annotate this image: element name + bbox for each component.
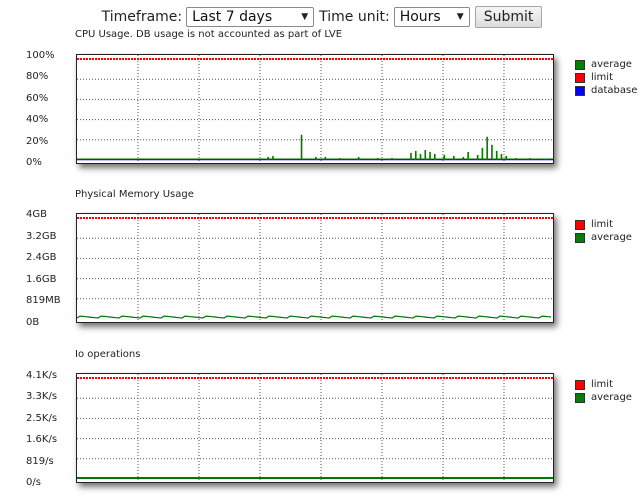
chevron-down-icon: ▼ xyxy=(301,12,309,22)
io-ytick: 819/s xyxy=(26,456,54,467)
timeframe-select[interactable]: Last 7 days ▼ xyxy=(186,7,315,27)
memory-chart-title: Physical Memory Usage xyxy=(75,189,194,200)
io-ytick: 1.6K/s xyxy=(26,434,58,445)
cpu-chart-title: CPU Usage. DB usage is not accounted as … xyxy=(75,29,343,40)
average-spike xyxy=(462,156,465,160)
average-spike xyxy=(424,149,427,160)
average-spike xyxy=(300,134,303,160)
legend-item: limit xyxy=(575,71,637,84)
average-spike xyxy=(486,136,488,160)
io-chart-title: Io operations xyxy=(75,349,141,360)
average-spike xyxy=(267,156,269,160)
io-ytick: 3.3K/s xyxy=(26,391,58,402)
memory-ytick: 1.6GB xyxy=(26,274,57,285)
legend-label: database xyxy=(591,85,638,96)
legend-item: database xyxy=(575,84,637,97)
legend-label: average xyxy=(591,232,632,243)
cpu-chart-legend: average limit database xyxy=(575,58,637,97)
legend-swatch xyxy=(575,59,585,70)
timeunit-select[interactable]: Hours ▼ xyxy=(393,7,470,27)
average-spike xyxy=(410,152,412,160)
legend-item: average xyxy=(575,231,632,244)
memory-ytick: 4GB xyxy=(26,209,47,220)
average-spike xyxy=(529,157,531,160)
memory-chart-legend: limit average xyxy=(575,218,632,244)
legend-label: limit xyxy=(591,72,613,83)
average-line xyxy=(77,315,552,319)
average-spike xyxy=(476,154,479,160)
legend-swatch xyxy=(575,232,585,243)
legend-label: limit xyxy=(591,379,613,390)
average-spike xyxy=(272,155,274,160)
legend-swatch xyxy=(575,219,585,230)
timeunit-value: Hours xyxy=(399,9,441,25)
average-spike xyxy=(500,153,503,160)
io-ytick: 4.1K/s xyxy=(26,370,58,381)
average-spike xyxy=(505,155,507,160)
io-ytick: 0/s xyxy=(26,477,41,488)
io-chart-legend: limit average xyxy=(575,378,632,404)
legend-item: average xyxy=(575,58,637,71)
legend-label: average xyxy=(591,59,632,70)
memory-ytick: 2.4GB xyxy=(26,252,57,263)
average-spike xyxy=(434,153,436,160)
cpu-ytick: 100% xyxy=(26,50,55,61)
cpu-ytick: 60% xyxy=(26,93,49,104)
submit-button[interactable]: Submit xyxy=(474,6,543,28)
cpu-chart-plot xyxy=(76,54,554,164)
average-spike xyxy=(324,156,327,160)
memory-ytick: 0B xyxy=(26,317,40,328)
cpu-ytick: 80% xyxy=(26,71,49,82)
memory-chart-plot xyxy=(76,213,554,323)
timeunit-label: Time unit: xyxy=(319,9,390,25)
io-chart-plot xyxy=(76,373,554,483)
memory-ytick: 819MB xyxy=(26,295,61,306)
average-spike xyxy=(419,153,422,160)
memory-ytick: 3.2GB xyxy=(26,231,57,242)
average-spike xyxy=(414,150,417,160)
cpu-ytick: 40% xyxy=(26,114,49,125)
chart-canvas xyxy=(77,55,553,163)
chart-canvas xyxy=(77,374,553,482)
legend-item: average xyxy=(575,391,632,404)
io-ytick: 2.5K/s xyxy=(26,413,58,424)
average-spike xyxy=(467,151,469,160)
timeframe-label: Timeframe: xyxy=(101,9,183,25)
average-spike xyxy=(543,158,546,160)
legend-label: limit xyxy=(591,219,613,230)
legend-swatch xyxy=(575,379,585,390)
average-spike xyxy=(315,156,317,160)
average-spike xyxy=(495,150,498,160)
legend-swatch xyxy=(575,72,585,83)
average-spike xyxy=(443,154,446,160)
legend-item: limit xyxy=(575,378,632,391)
legend-item: limit xyxy=(575,218,632,231)
average-spike xyxy=(453,155,455,160)
cpu-ytick: 0% xyxy=(26,157,42,168)
controls-bar: Timeframe: Last 7 days ▼ Time unit: Hour… xyxy=(0,4,644,30)
average-spike xyxy=(357,156,360,160)
legend-label: average xyxy=(591,392,632,403)
average-spike xyxy=(429,151,431,160)
legend-swatch xyxy=(575,85,585,96)
average-spike xyxy=(514,157,517,160)
average-spike xyxy=(481,147,484,160)
legend-swatch xyxy=(575,392,585,403)
average-spike xyxy=(338,157,341,160)
chart-canvas xyxy=(77,214,553,322)
chevron-down-icon: ▼ xyxy=(456,12,464,22)
average-spike xyxy=(491,144,493,160)
average-spike xyxy=(376,157,379,160)
average-spike xyxy=(391,157,393,160)
timeframe-value: Last 7 days xyxy=(192,9,273,25)
cpu-ytick: 20% xyxy=(26,136,49,147)
